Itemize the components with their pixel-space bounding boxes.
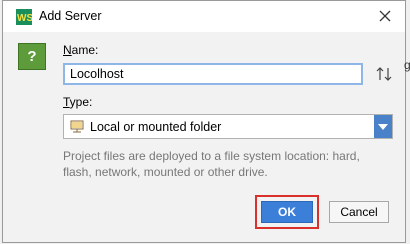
type-selected-value: Local or mounted folder <box>90 120 222 134</box>
folder-icon <box>70 120 84 133</box>
help-button[interactable]: ? <box>18 43 46 70</box>
add-server-dialog: WS Add Server ? Name: Type: Local or mou… <box>2 0 406 243</box>
help-question-mark: ? <box>27 48 37 65</box>
svg-text:WS: WS <box>17 13 32 24</box>
name-input[interactable] <box>63 63 363 85</box>
chevron-down-icon <box>378 123 388 130</box>
close-icon[interactable] <box>375 6 395 26</box>
dialog-title: Add Server <box>39 9 102 23</box>
up-down-arrows-icon[interactable] <box>375 65 393 83</box>
cancel-button[interactable]: Cancel <box>329 201 389 223</box>
ok-button[interactable]: OK <box>261 201 313 223</box>
type-label: Type: <box>63 95 92 109</box>
name-label-text: ame: <box>71 43 99 57</box>
name-label-accelerator: N <box>63 43 72 57</box>
type-description: Project files are deployed to a file sys… <box>63 149 360 179</box>
clipped-background-text: g <box>404 58 410 72</box>
name-label: Name: <box>63 43 98 57</box>
type-dropdown[interactable]: Local or mounted folder <box>63 114 393 139</box>
type-label-accelerator: T <box>63 95 70 109</box>
webstorm-ws-icon: WS <box>16 9 32 25</box>
dropdown-arrow-button[interactable] <box>374 115 392 138</box>
title-bar[interactable]: WS Add Server <box>3 1 405 32</box>
type-label-text: ype: <box>69 95 93 109</box>
